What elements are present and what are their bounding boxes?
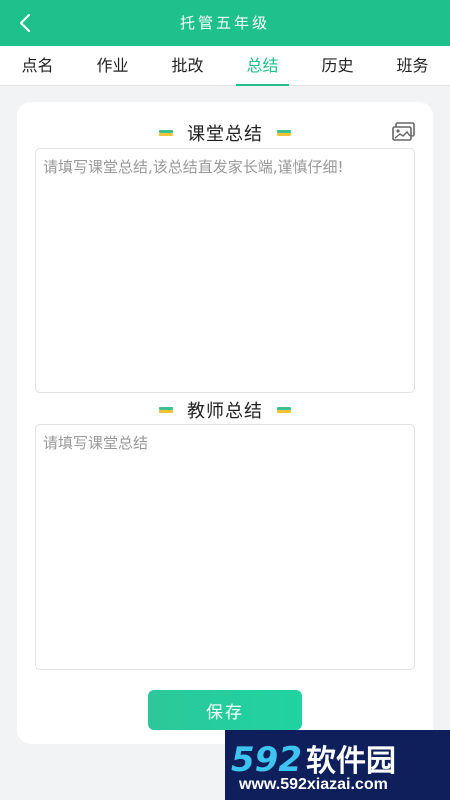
teacher-summary-heading: 教师总结	[17, 395, 433, 425]
decoration-bars-icon	[277, 130, 291, 136]
tab-class-affairs[interactable]: 班务	[375, 46, 450, 85]
class-summary-title: 课堂总结	[187, 124, 263, 145]
tab-roll-call[interactable]: 点名	[0, 46, 75, 85]
tab-homework[interactable]: 作业	[75, 46, 150, 85]
decoration-bars-icon	[277, 407, 291, 413]
decoration-bars-icon	[159, 130, 173, 136]
class-summary-heading: 课堂总结	[17, 118, 433, 148]
watermark-logo: 592 软件园 www.592xiazai.com	[225, 730, 450, 800]
watermark-brand-number: 592	[231, 740, 302, 780]
tab-summary[interactable]: 总结	[225, 46, 300, 86]
tab-history[interactable]: 历史	[300, 46, 375, 85]
watermark-brand-text: 软件园	[305, 744, 396, 779]
tab-grading[interactable]: 批改	[150, 46, 225, 85]
page-title: 托管五年级	[179, 14, 270, 32]
insert-image-button[interactable]	[392, 122, 416, 142]
teacher-summary-title: 教师总结	[187, 401, 263, 422]
save-button[interactable]: 保存	[148, 690, 302, 730]
teacher-summary-input[interactable]	[35, 424, 415, 670]
watermark-url: www.592xiazai.com	[239, 776, 388, 793]
tab-bar: 点名 作业 批改 总结 历史 班务	[0, 46, 450, 86]
decoration-bars-icon	[159, 407, 173, 413]
summary-card: 课堂总结 教师总结 保存	[17, 102, 433, 744]
class-summary-input[interactable]	[35, 148, 415, 393]
image-gallery-icon	[392, 122, 415, 141]
top-app-bar: 托管五年级	[0, 0, 450, 46]
